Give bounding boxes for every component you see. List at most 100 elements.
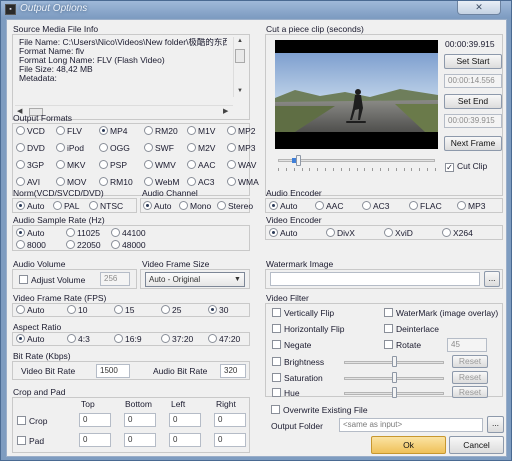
negate-checkbox[interactable]: Negate: [272, 340, 311, 350]
set-end-button[interactable]: Set End: [444, 94, 502, 109]
format-option-m1v[interactable]: M1V: [187, 126, 215, 136]
cut-clip-checkbox[interactable]: ✓ Cut Clip: [445, 161, 487, 172]
channel-option-mono[interactable]: Mono: [179, 201, 211, 211]
output-folder-input[interactable]: <same as input>: [339, 418, 483, 432]
format-option-m2v[interactable]: M2V: [187, 143, 215, 153]
sample-rate-44100[interactable]: 44100: [111, 228, 146, 238]
close-button[interactable]: ✕: [457, 1, 501, 15]
saturation-slider-thumb[interactable]: [392, 372, 397, 383]
format-option-ac3[interactable]: AC3: [187, 177, 215, 187]
horizontally-flip-checkbox[interactable]: Horizontally Flip: [272, 324, 344, 334]
sample-rate-8000[interactable]: 8000: [16, 240, 46, 250]
scroll-up-icon[interactable]: ▲: [237, 38, 243, 44]
fps-option-10[interactable]: 10: [67, 305, 87, 315]
norm-option-ntsc[interactable]: NTSC: [89, 201, 123, 211]
clip-timeline-thumb[interactable]: [296, 155, 301, 166]
format-option-wma[interactable]: WMA: [227, 177, 259, 187]
pad-top-input[interactable]: 0: [79, 433, 111, 447]
crop-right-input[interactable]: 0: [214, 413, 246, 427]
crop-top-input[interactable]: 0: [79, 413, 111, 427]
crop-checkbox[interactable]: Crop: [17, 416, 47, 426]
brightness-slider-thumb[interactable]: [392, 356, 397, 367]
venc-option-divx[interactable]: DivX: [326, 228, 355, 238]
aspect-option-16-9[interactable]: 16:9: [114, 334, 142, 344]
hue-reset-button[interactable]: Reset: [452, 386, 488, 398]
format-option-mp4[interactable]: MP4: [99, 126, 127, 136]
watermark-browse-button[interactable]: ...: [484, 271, 500, 287]
brightness-checkbox[interactable]: Brightness: [272, 357, 324, 367]
saturation-reset-button[interactable]: Reset: [452, 371, 488, 384]
next-frame-button[interactable]: Next Frame: [444, 136, 502, 151]
info-vertical-scrollbar[interactable]: ▲ ▼: [233, 37, 246, 97]
format-option-flv[interactable]: FLV: [56, 126, 82, 136]
fps-option-15[interactable]: 15: [114, 305, 134, 315]
scroll-down-icon[interactable]: ▼: [237, 88, 243, 94]
frame-size-select[interactable]: Auto - Original ▼: [145, 272, 245, 287]
video-bit-rate-input[interactable]: 1500: [96, 364, 130, 378]
scroll-thumb[interactable]: [235, 49, 245, 63]
format-option-vcd[interactable]: VCD: [16, 126, 45, 136]
format-option-wmv[interactable]: WMV: [144, 160, 176, 170]
set-start-button[interactable]: Set Start: [444, 54, 502, 69]
aspect-option-47-20[interactable]: 47:20: [208, 334, 240, 344]
sample-rate-48000[interactable]: 48000: [111, 240, 146, 250]
sample-rate-22050[interactable]: 22050: [66, 240, 101, 250]
format-option-mov[interactable]: MOV: [56, 177, 86, 187]
crop-bottom-input[interactable]: 0: [124, 413, 156, 427]
format-option-wav[interactable]: WAV: [227, 160, 256, 170]
aspect-option-4-3[interactable]: 4:3: [67, 334, 90, 344]
pad-checkbox[interactable]: Pad: [17, 436, 44, 446]
audio-bit-rate-input[interactable]: 320: [220, 364, 246, 378]
format-option-swf[interactable]: SWF: [144, 143, 174, 153]
format-option-ipod[interactable]: iPod: [56, 143, 84, 153]
output-folder-browse-button[interactable]: ...: [487, 416, 504, 433]
venc-option-xvid[interactable]: XviD: [384, 228, 413, 238]
format-option-mp3[interactable]: MP3: [227, 143, 255, 153]
clip-timeline-track[interactable]: [278, 159, 435, 162]
rotate-checkbox[interactable]: Rotate: [384, 340, 421, 350]
rotate-angle-input[interactable]: 45: [447, 338, 487, 352]
venc-option-x264[interactable]: X264: [442, 228, 473, 238]
format-option-aac[interactable]: AAC: [187, 160, 215, 170]
adjust-volume-checkbox[interactable]: Adjust Volume: [19, 275, 85, 285]
channel-option-stereo[interactable]: Stereo: [217, 201, 253, 211]
volume-input[interactable]: 256: [100, 272, 130, 286]
format-option-mkv[interactable]: MKV: [56, 160, 85, 170]
aenc-option-flac[interactable]: FLAC: [409, 201, 442, 211]
format-option-dvd[interactable]: DVD: [16, 143, 45, 153]
brightness-reset-button[interactable]: Reset: [452, 355, 488, 368]
aenc-option-aac[interactable]: AAC: [315, 201, 343, 211]
cancel-button[interactable]: Cancel: [449, 436, 504, 454]
pad-left-input[interactable]: 0: [169, 433, 201, 447]
sample-rate-11025[interactable]: 11025: [66, 228, 100, 238]
deinterlace-checkbox[interactable]: Deinterlace: [384, 324, 439, 334]
end-time-input[interactable]: 00:00:39.915: [444, 114, 502, 128]
fps-option-auto[interactable]: Auto: [16, 305, 45, 315]
aenc-option-mp3[interactable]: MP3: [457, 201, 485, 211]
venc-option-auto[interactable]: Auto: [269, 228, 298, 238]
saturation-checkbox[interactable]: Saturation: [272, 373, 323, 383]
watermark-overlay-checkbox[interactable]: WaterMark (image overlay): [384, 308, 498, 318]
norm-option-auto[interactable]: Auto: [16, 201, 45, 211]
norm-option-pal[interactable]: PAL: [53, 201, 79, 211]
pad-bottom-input[interactable]: 0: [124, 433, 156, 447]
format-option-mp2[interactable]: MP2: [227, 126, 255, 136]
crop-left-input[interactable]: 0: [169, 413, 201, 427]
format-option-3gp[interactable]: 3GP: [16, 160, 44, 170]
vertically-flip-checkbox[interactable]: Vertically Flip: [272, 308, 334, 318]
aenc-option-auto[interactable]: Auto: [269, 201, 298, 211]
format-option-avi[interactable]: AVI: [16, 177, 40, 187]
aenc-option-ac3[interactable]: AC3: [362, 201, 390, 211]
format-option-rm20[interactable]: RM20: [144, 126, 178, 136]
channel-option-auto[interactable]: Auto: [143, 201, 172, 211]
video-preview[interactable]: [275, 40, 438, 149]
hue-checkbox[interactable]: Hue: [272, 388, 300, 398]
format-option-psp[interactable]: PSP: [99, 160, 127, 170]
watermark-path-input[interactable]: [270, 272, 480, 286]
format-option-rm10[interactable]: RM10: [99, 177, 133, 187]
format-option-webm[interactable]: WebM: [144, 177, 179, 187]
scroll-right-icon[interactable]: ▶: [223, 107, 228, 115]
fps-option-30[interactable]: 30: [208, 305, 228, 315]
aspect-option-auto[interactable]: Auto: [16, 334, 45, 344]
format-option-ogg[interactable]: OGG: [99, 143, 130, 153]
